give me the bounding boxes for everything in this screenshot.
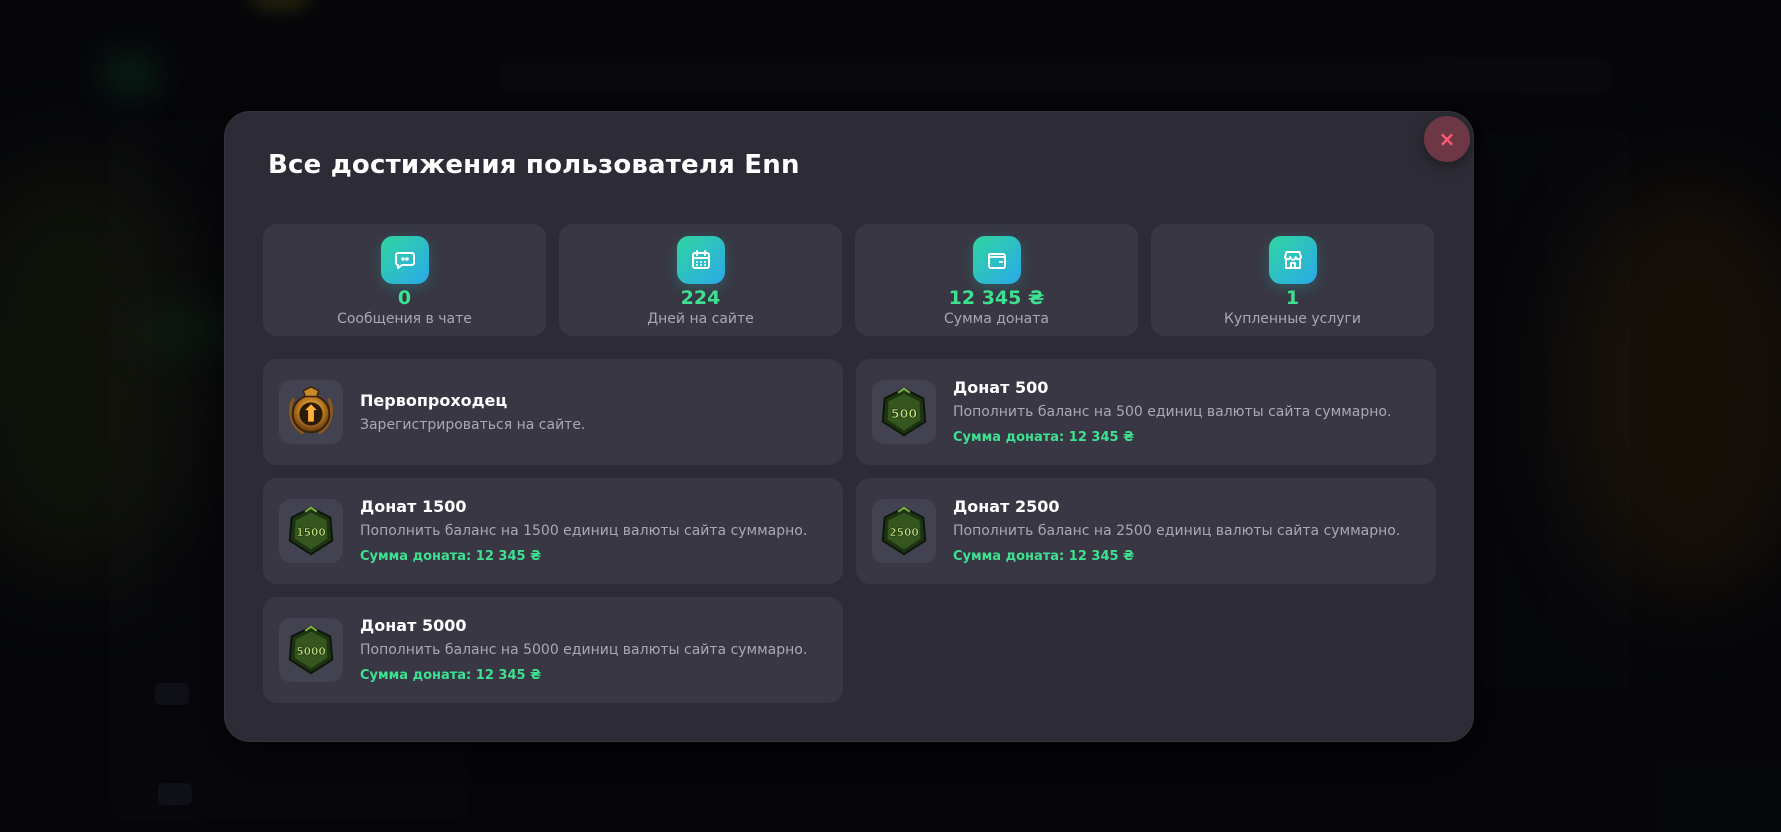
achievement-text: Донат 5000 Пополнить баланс на 5000 един…	[360, 616, 807, 684]
stat-value: 12 345 ₴	[948, 287, 1045, 309]
achievement-description: Пополнить баланс на 2500 единиц валюты с…	[953, 523, 1401, 539]
stat-label: Дней на сайте	[647, 311, 754, 327]
badge-number: 500	[891, 406, 917, 421]
achievement-description: Пополнить баланс на 500 единиц валюты са…	[953, 404, 1392, 420]
stat-card-chat: 0 Сообщения в чате	[263, 224, 546, 336]
achievement-card: 2500 Донат 2500 Пополнить баланс на 2500…	[856, 478, 1436, 584]
achievement-card: Первопроходец Зарегистрироваться на сайт…	[263, 359, 843, 465]
chat-icon	[380, 236, 429, 284]
donate-2500-badge-icon: 2500	[872, 499, 936, 563]
badge-number: 5000	[296, 645, 326, 658]
calendar-icon	[676, 236, 725, 284]
achievement-title: Первопроходец	[360, 390, 508, 410]
achievement-card: 5000 Донат 5000 Пополнить баланс на 5000…	[263, 597, 843, 703]
achievement-donation-sum: Сумма доната: 12 345 ₴	[360, 549, 542, 564]
stat-value: 1	[1285, 287, 1300, 309]
achievement-text: Первопроходец Зарегистрироваться на сайт…	[360, 391, 585, 434]
achievement-donation-sum: Сумма доната: 12 345 ₴	[953, 549, 1135, 564]
wallet-icon	[972, 236, 1021, 284]
modal-title: Все достижения пользователя Enn	[268, 150, 800, 180]
achievement-description: Зарегистрироваться на сайте.	[360, 416, 586, 433]
achievement-description: Пополнить баланс на 5000 единиц валюты с…	[360, 642, 808, 658]
stat-value: 224	[680, 287, 721, 309]
donate-5000-badge-icon: 5000	[279, 618, 343, 682]
achievement-donation-sum: Сумма доната: 12 345 ₴	[953, 430, 1135, 445]
donate-1500-badge-icon: 1500	[279, 499, 343, 563]
stat-value: 0	[397, 287, 412, 309]
badge-number: 1500	[296, 526, 326, 539]
donate-500-badge-icon: 500	[872, 380, 936, 444]
stats-row: 0 Сообщения в чате 224 Дней на сайте 12 …	[263, 224, 1434, 336]
achievement-donation-sum: Сумма доната: 12 345 ₴	[360, 668, 542, 683]
achievement-description: Пополнить баланс на 1500 единиц валюты с…	[360, 523, 808, 539]
stat-label: Сумма доната	[944, 311, 1049, 327]
achievement-title: Донат 5000	[360, 616, 467, 635]
achievement-title: Донат 1500	[360, 497, 467, 516]
badge-number: 2500	[889, 526, 919, 539]
achievements-modal: Все достижения пользователя Enn 0 Сообще…	[224, 111, 1474, 742]
achievement-card: 1500 Донат 1500 Пополнить баланс на 1500…	[263, 478, 843, 584]
stat-card-services: 1 Купленные услуги	[1151, 224, 1434, 336]
achievement-title: Донат 500	[953, 378, 1049, 397]
close-button[interactable]: ×	[1424, 116, 1470, 162]
pioneer-medal-icon	[279, 380, 343, 444]
store-icon	[1268, 236, 1317, 284]
achievement-text: Донат 500 Пополнить баланс на 500 единиц…	[953, 378, 1391, 446]
achievement-text: Донат 1500 Пополнить баланс на 1500 един…	[360, 497, 807, 565]
achievement-title: Донат 2500	[953, 497, 1060, 516]
stat-label: Купленные услуги	[1223, 311, 1362, 327]
stat-card-days: 224 Дней на сайте	[559, 224, 842, 336]
close-icon: ×	[1438, 127, 1456, 151]
stat-label: Сообщения в чате	[337, 311, 472, 327]
achievement-text: Донат 2500 Пополнить баланс на 2500 един…	[953, 497, 1400, 565]
stat-card-donations: 12 345 ₴ Сумма доната	[855, 224, 1138, 336]
achievement-card: 500 Донат 500 Пополнить баланс на 500 ед…	[856, 359, 1436, 465]
